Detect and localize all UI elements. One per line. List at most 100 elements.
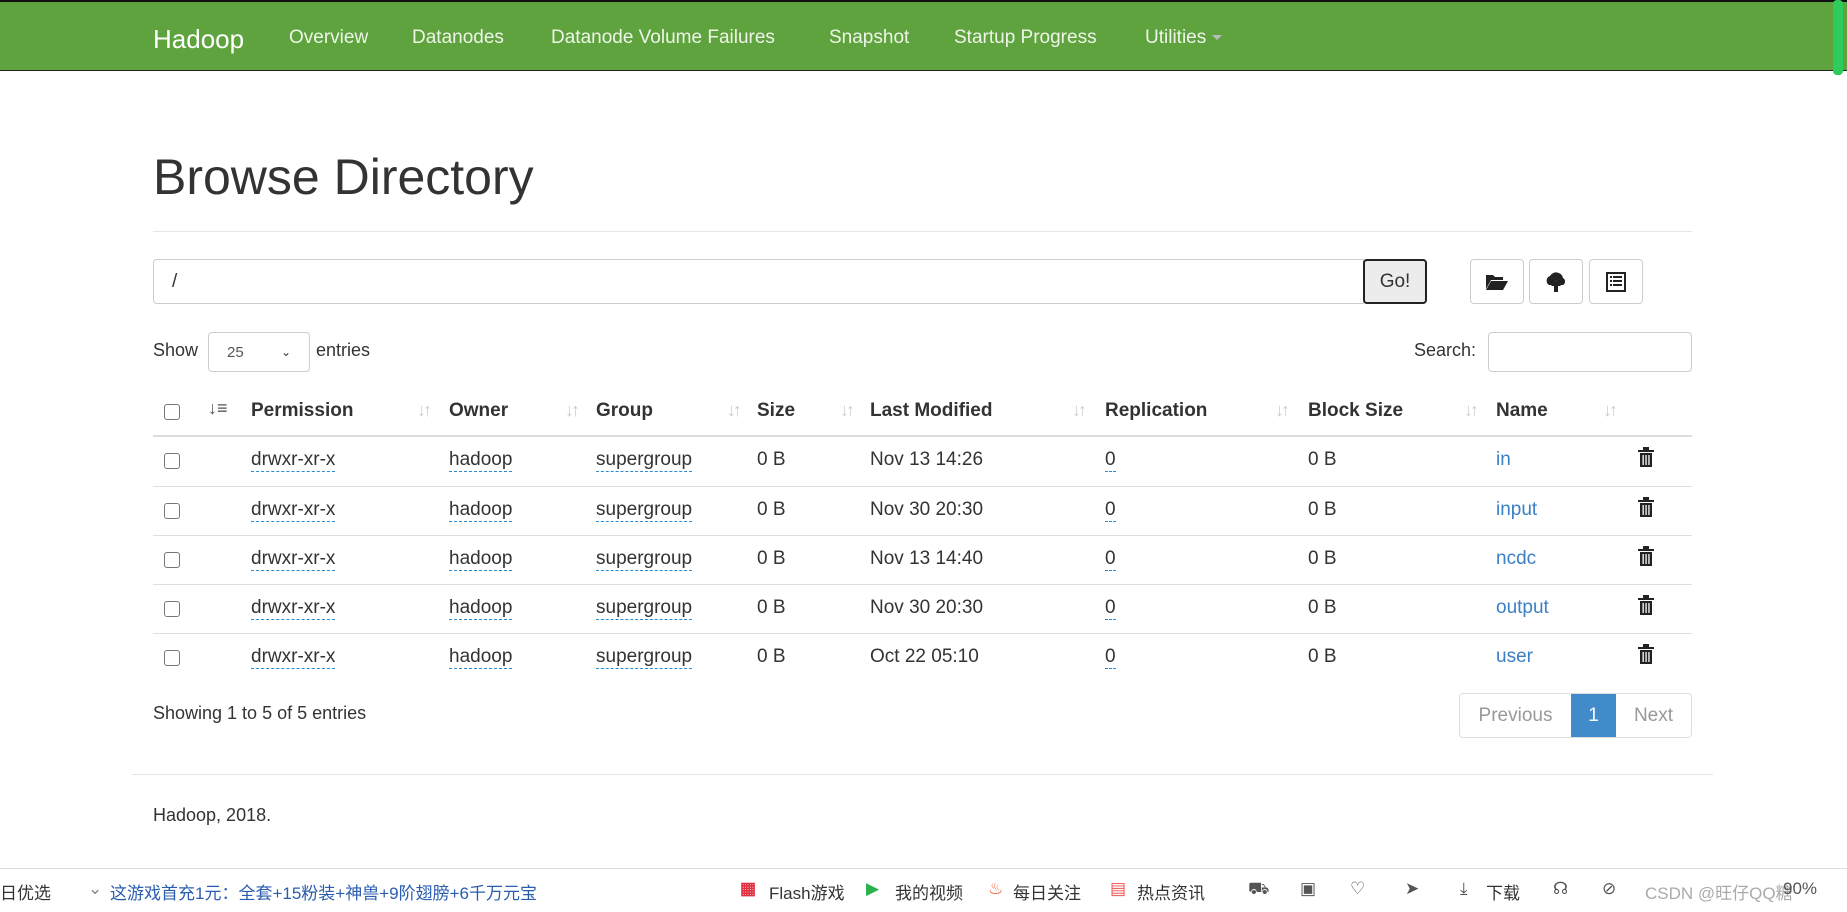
cell-group[interactable]: supergroup	[596, 646, 693, 669]
search-input[interactable]	[1488, 332, 1692, 372]
chevron-down-icon[interactable]: ⌄	[88, 879, 102, 899]
header-last-modified[interactable]: Last Modified	[870, 400, 992, 422]
sort-icon[interactable]: ↓↑	[565, 400, 580, 421]
cell-owner[interactable]: hadoop	[449, 646, 513, 669]
cell-group[interactable]: supergroup	[596, 499, 693, 522]
sort-icon[interactable]: ↓↑	[1464, 400, 1479, 421]
trash-icon[interactable]	[1638, 546, 1654, 572]
heart-icon[interactable]: ♡	[1350, 879, 1365, 899]
navbar: Hadoop Overview Datanodes Datanode Volum…	[0, 0, 1847, 71]
shield-icon[interactable]: ⛟	[1248, 879, 1269, 901]
daily-focus-link[interactable]: 每日关注	[1013, 879, 1081, 904]
pagination: Previous 1 Next	[1459, 693, 1692, 738]
upload-button[interactable]	[1529, 259, 1583, 304]
cell-name[interactable]: ncdc	[1496, 548, 1536, 570]
cut-paste-button[interactable]	[1589, 259, 1643, 304]
select-all-checkbox[interactable]	[164, 404, 180, 420]
sort-icon[interactable]: ↓↑	[840, 400, 855, 421]
cell-owner[interactable]: hadoop	[449, 499, 513, 522]
header-size[interactable]: Size	[757, 400, 795, 422]
trash-icon[interactable]	[1638, 644, 1654, 670]
rocket-icon[interactable]: ➤	[1405, 879, 1419, 899]
header-replication[interactable]: Replication	[1105, 400, 1207, 422]
row-checkbox[interactable]	[164, 552, 180, 568]
news-icon: ▤	[1110, 879, 1127, 898]
caret-down-icon	[1212, 35, 1223, 41]
cell-permission[interactable]: drwxr-xr-x	[251, 499, 336, 522]
cell-name[interactable]: output	[1496, 597, 1549, 619]
my-videos-link[interactable]: 我的视频	[895, 879, 963, 904]
row-checkbox[interactable]	[164, 503, 180, 519]
nav-utilities[interactable]: Utilities	[1145, 27, 1223, 49]
brand-link[interactable]: Hadoop	[153, 24, 244, 55]
nav-datanodes[interactable]: Datanodes	[412, 27, 504, 49]
sort-icon[interactable]: ↓↑	[1603, 400, 1618, 421]
chevron-down-icon: ⌄	[280, 345, 291, 359]
list-icon	[1606, 271, 1626, 292]
watermark: CSDN @旺仔QQ糖	[1645, 884, 1793, 903]
download-link[interactable]: 下载	[1486, 879, 1520, 904]
header-group[interactable]: Group	[596, 400, 653, 422]
flash-games-link[interactable]: Flash游戏	[769, 879, 845, 904]
row-checkbox[interactable]	[164, 601, 180, 617]
sort-icon[interactable]: ↓↑	[417, 400, 432, 421]
create-directory-button[interactable]	[1470, 259, 1524, 304]
cell-replication[interactable]: 0	[1105, 646, 1116, 669]
cell-permission[interactable]: drwxr-xr-x	[251, 597, 336, 620]
folder-open-icon	[1486, 274, 1508, 290]
header-permission[interactable]: Permission	[251, 400, 353, 422]
sort-icon[interactable]: ↓↑	[727, 400, 742, 421]
browser-icon[interactable]: ⊘	[1602, 879, 1616, 899]
cell-group[interactable]: supergroup	[596, 548, 693, 571]
cell-replication[interactable]: 0	[1105, 449, 1116, 472]
scrollbar[interactable]	[1833, 0, 1843, 75]
bar-left-text[interactable]: 日优选	[0, 879, 51, 904]
nav-overview[interactable]: Overview	[289, 27, 368, 49]
glasses-icon[interactable]: ☊	[1553, 879, 1568, 899]
trash-icon[interactable]	[1638, 497, 1654, 523]
table-row: drwxr-xr-x hadoop supergroup 0 B Nov 13 14:4…	[153, 535, 1692, 584]
cell-block-size: 0 B	[1308, 499, 1337, 520]
cell-owner[interactable]: hadoop	[449, 597, 513, 620]
cell-size: 0 B	[757, 597, 786, 618]
header-block-size[interactable]: Block Size	[1308, 400, 1403, 422]
page-1-button[interactable]: 1	[1571, 694, 1616, 737]
sort-amount-icon[interactable]: ↓≡	[208, 398, 228, 419]
cell-owner[interactable]: hadoop	[449, 449, 513, 472]
cell-replication[interactable]: 0	[1105, 597, 1116, 620]
zoom-level[interactable]: 90%	[1783, 879, 1817, 899]
directory-path-input[interactable]	[153, 259, 1364, 304]
cell-name[interactable]: input	[1496, 499, 1537, 521]
hot-news-link[interactable]: 热点资讯	[1137, 879, 1205, 904]
cell-name[interactable]: in	[1496, 449, 1511, 471]
nav-datanode-volume-failures[interactable]: Datanode Volume Failures	[551, 27, 775, 49]
row-checkbox[interactable]	[164, 650, 180, 666]
cell-group[interactable]: supergroup	[596, 597, 693, 620]
cell-block-size: 0 B	[1308, 548, 1337, 569]
go-button[interactable]: Go!	[1363, 259, 1427, 304]
cell-permission[interactable]: drwxr-xr-x	[251, 646, 336, 669]
cell-permission[interactable]: drwxr-xr-x	[251, 449, 336, 472]
cell-name[interactable]: user	[1496, 646, 1533, 668]
header-owner[interactable]: Owner	[449, 400, 508, 422]
trash-icon[interactable]	[1638, 447, 1654, 473]
next-button[interactable]: Next	[1616, 694, 1691, 737]
trash-icon[interactable]	[1638, 595, 1654, 621]
cell-replication[interactable]: 0	[1105, 499, 1116, 522]
nav-snapshot[interactable]: Snapshot	[829, 27, 909, 49]
previous-button[interactable]: Previous	[1460, 694, 1571, 737]
show-label: Show	[153, 340, 199, 360]
cell-permission[interactable]: drwxr-xr-x	[251, 548, 336, 571]
sort-icon[interactable]: ↓↑	[1275, 400, 1290, 421]
image-icon[interactable]: ▣	[1300, 879, 1316, 899]
row-checkbox[interactable]	[164, 453, 180, 469]
sort-icon[interactable]: ↓↑	[1072, 400, 1087, 421]
entries-select[interactable]: 25 ⌄	[208, 332, 310, 372]
nav-startup-progress[interactable]: Startup Progress	[954, 27, 1097, 49]
cell-replication[interactable]: 0	[1105, 548, 1116, 571]
ad-link[interactable]: 这游戏首充1元：全套+15粉装+神兽+9阶翅膀+6千万元宝	[110, 879, 537, 904]
cell-owner[interactable]: hadoop	[449, 548, 513, 571]
table-info: Showing 1 to 5 of 5 entries	[153, 703, 367, 723]
header-name[interactable]: Name	[1496, 400, 1548, 422]
cell-group[interactable]: supergroup	[596, 449, 693, 472]
